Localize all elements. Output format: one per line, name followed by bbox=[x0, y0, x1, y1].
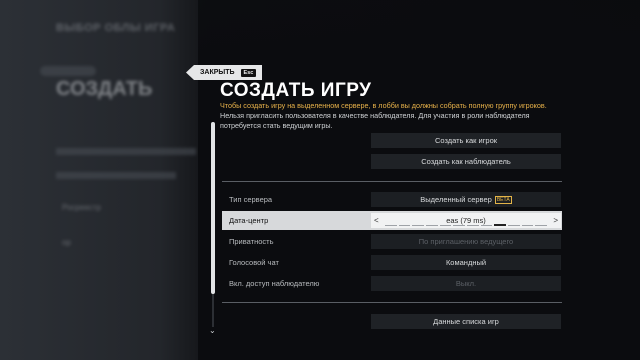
datacenter-tick bbox=[439, 225, 452, 226]
server-type-value: Выделенный сервер bbox=[420, 195, 492, 204]
create-as-player-button[interactable]: Создать как игрок bbox=[371, 133, 561, 148]
datacenter-tick bbox=[426, 225, 438, 226]
setting-value[interactable]: Выделенный сервер ВЕТА bbox=[371, 192, 561, 207]
setting-privacy[interactable]: Приватность По приглашению ведущего bbox=[222, 232, 562, 251]
setting-label: Вкл. доступ наблюдателю bbox=[229, 279, 320, 288]
description-highlight: Чтобы создать игру на выделенном сервере… bbox=[220, 101, 547, 110]
esc-key-icon: Esc bbox=[240, 68, 257, 77]
game-list-data-button[interactable]: Данные списка игр bbox=[371, 314, 561, 329]
bg-nav: ВЫБОР ОБЛЫ ИГРА bbox=[56, 22, 176, 34]
bg-row bbox=[56, 148, 196, 155]
datacenter-value: eas (79 ms) bbox=[446, 216, 486, 225]
page-title: СОЗДАТЬ ИГРУ bbox=[220, 80, 372, 101]
description: Чтобы создать игру на выделенном сервере… bbox=[220, 101, 562, 132]
bg-item: ор bbox=[62, 238, 71, 247]
create-as-spectator-button[interactable]: Создать как наблюдатель bbox=[371, 154, 561, 169]
bg-pill bbox=[40, 66, 96, 76]
setting-spectator-access[interactable]: Вкл. доступ наблюдателю Выкл. bbox=[222, 274, 562, 293]
setting-label: Дата-центр bbox=[229, 216, 269, 225]
datacenter-tick bbox=[535, 225, 548, 226]
datacenter-tick bbox=[385, 225, 397, 226]
datacenter-tick bbox=[494, 224, 507, 226]
setting-value[interactable]: Командный bbox=[371, 255, 561, 270]
datacenter-tick bbox=[412, 225, 425, 226]
arrow-left-icon[interactable]: < bbox=[374, 213, 379, 228]
divider bbox=[222, 181, 562, 182]
setting-value[interactable]: По приглашению ведущего bbox=[371, 234, 561, 249]
setting-value[interactable]: Выкл. bbox=[371, 276, 561, 291]
bg-title: СОЗДАТЬ bbox=[56, 78, 153, 100]
scroll-down-icon[interactable]: ⌄ bbox=[209, 327, 216, 335]
setting-server-type[interactable]: Тип сервера Выделенный сервер ВЕТА bbox=[222, 190, 562, 209]
setting-voice-chat[interactable]: Голосовой чат Командный bbox=[222, 253, 562, 272]
datacenter-tick bbox=[508, 225, 520, 226]
beta-badge: ВЕТА bbox=[494, 196, 512, 204]
setting-label: Тип сервера bbox=[229, 195, 273, 204]
bg-item: Росреестр bbox=[62, 203, 101, 212]
divider bbox=[222, 302, 562, 303]
blurred-lobby-background: ВЫБОР ОБЛЫ ИГРА СОЗДАТЬ Росреестр ор bbox=[0, 0, 220, 360]
description-text: Нельзя пригласить пользователя в качеств… bbox=[220, 111, 530, 131]
close-button[interactable]: ЗАКРЫТЬ Esc bbox=[186, 65, 263, 80]
scrollbar-thumb[interactable] bbox=[211, 122, 215, 294]
setting-datacenter[interactable]: Дата-центр < eas (79 ms) > bbox=[222, 211, 562, 230]
setting-label: Голосовой чат bbox=[229, 258, 279, 267]
datacenter-tick bbox=[480, 225, 493, 226]
panel-top bbox=[198, 0, 640, 60]
arrow-right-icon[interactable]: > bbox=[553, 213, 558, 228]
close-label: ЗАКРЫТЬ bbox=[200, 69, 235, 76]
datacenter-selector[interactable]: < eas (79 ms) > bbox=[371, 213, 561, 228]
datacenter-tick bbox=[521, 225, 534, 226]
setting-label: Приватность bbox=[229, 237, 274, 246]
datacenter-tick bbox=[453, 225, 466, 226]
datacenter-ticks bbox=[385, 224, 548, 226]
bg-row bbox=[56, 172, 176, 179]
datacenter-tick bbox=[398, 225, 411, 226]
datacenter-tick bbox=[467, 225, 479, 226]
